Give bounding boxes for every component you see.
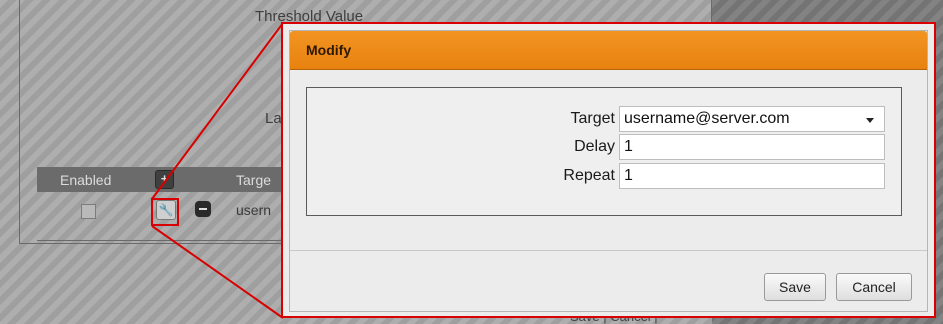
repeat-input[interactable]: 1 xyxy=(619,163,885,189)
callout-line-bottom xyxy=(151,225,284,319)
dialog-titlebar[interactable]: Modify xyxy=(290,31,927,70)
modify-dialog: Modify Target username@server.com Delay … xyxy=(289,30,928,312)
target-label: Target xyxy=(570,110,615,127)
repeat-label: Repeat xyxy=(563,167,615,184)
edit-button-highlight xyxy=(151,198,179,226)
dialog-footer-divider xyxy=(290,250,927,251)
delay-input[interactable]: 1 xyxy=(619,134,885,160)
cancel-button[interactable]: Cancel xyxy=(836,273,912,301)
dialog-title: Modify xyxy=(306,42,352,58)
chevron-down-icon xyxy=(866,118,874,123)
target-select-value: username@server.com xyxy=(624,110,790,127)
modify-fieldset: Target username@server.com Delay 1 Repea… xyxy=(306,87,902,216)
modify-dialog-callout: Modify Target username@server.com Delay … xyxy=(281,22,936,318)
callout-line-top xyxy=(151,22,284,200)
target-select[interactable]: username@server.com xyxy=(619,106,885,132)
delay-label: Delay xyxy=(574,138,615,155)
save-button[interactable]: Save xyxy=(764,273,826,301)
